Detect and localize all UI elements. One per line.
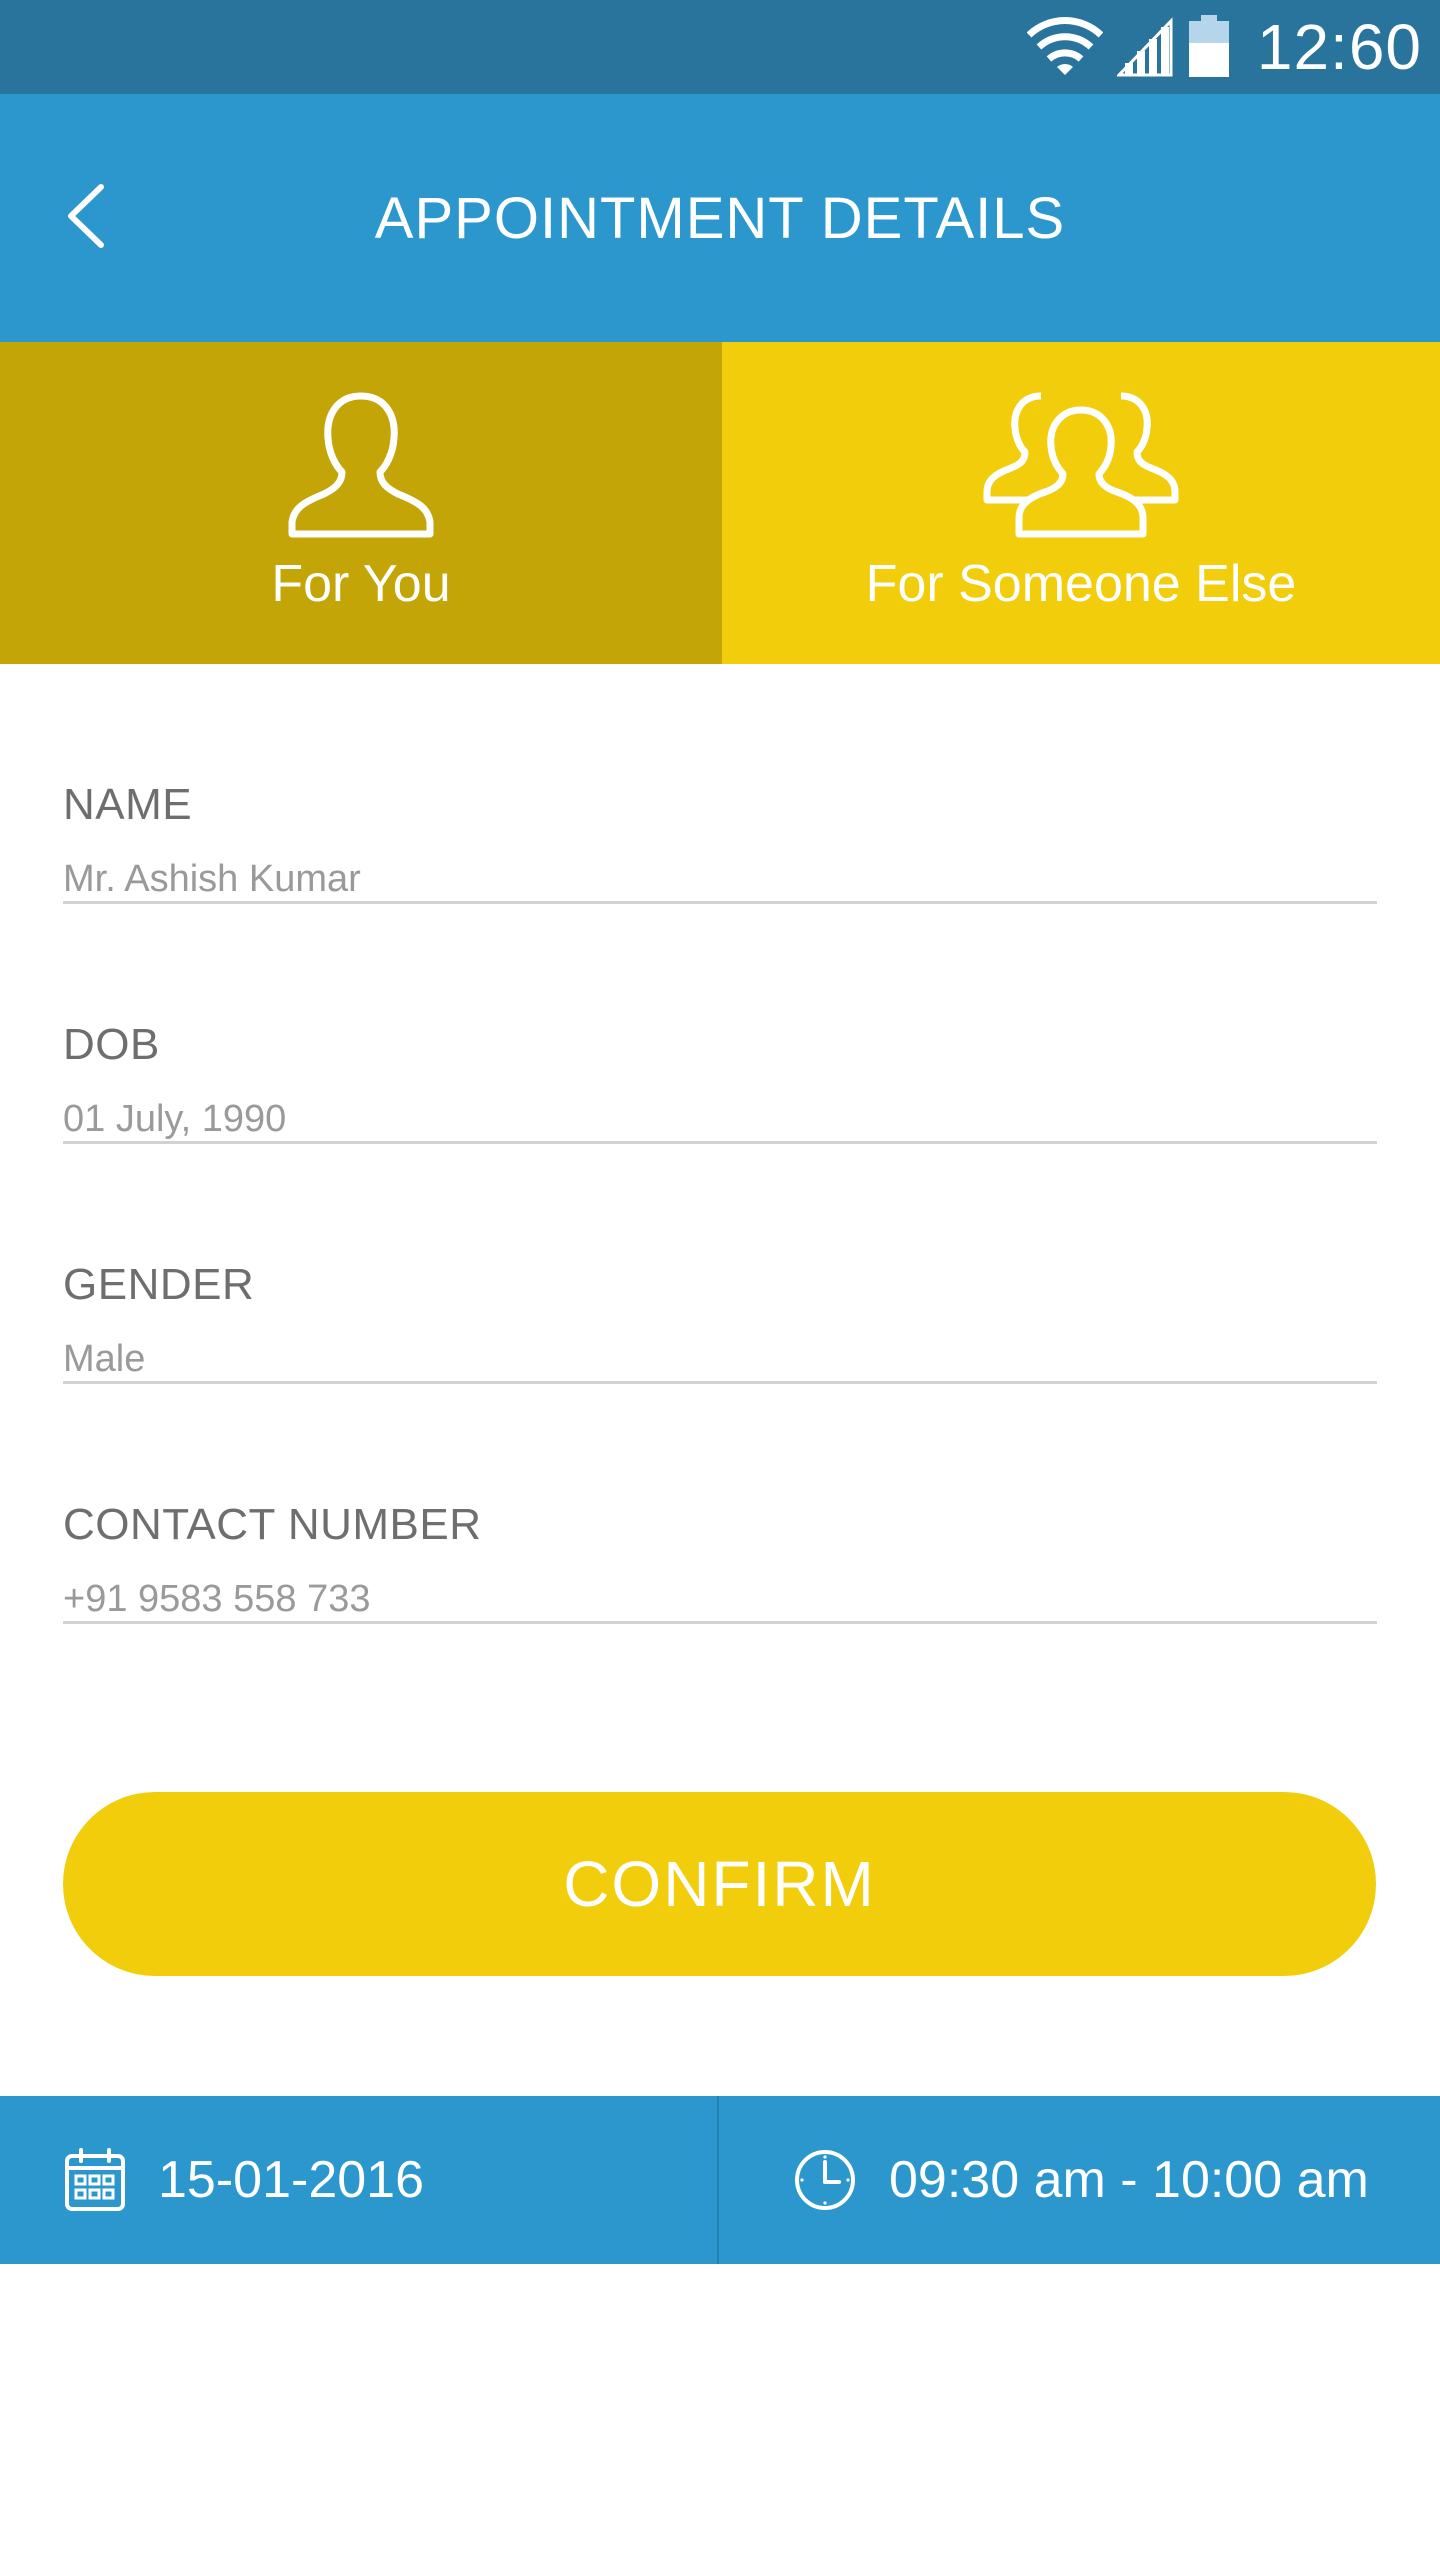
field-value: +91 9583 558 733	[63, 1578, 371, 1620]
tab-label: For Someone Else	[865, 555, 1297, 613]
status-time: 12:60	[1256, 11, 1422, 83]
clock-icon	[793, 2148, 857, 2212]
calendar-icon	[64, 2148, 126, 2212]
field-label: CONTACT NUMBER	[63, 1500, 482, 1549]
appointment-date[interactable]: 15-01-2016	[0, 2096, 719, 2264]
field-value: 01 July, 1990	[63, 1098, 287, 1140]
signal-icon	[1116, 17, 1173, 77]
tab-for-you[interactable]: For You	[0, 342, 722, 664]
appointment-summary-bar: 15-01-2016 09:30 am - 10:00 am	[0, 2096, 1440, 2264]
field-value: Mr. Ashish Kumar	[63, 858, 361, 900]
chevron-left-icon	[63, 183, 107, 254]
field-label: DOB	[63, 1020, 160, 1069]
patient-tabs: For You For Someone Else	[0, 342, 1440, 664]
page-title: APPOINTMENT DETAILS	[374, 185, 1066, 251]
field-label: GENDER	[63, 1260, 255, 1309]
back-button[interactable]	[50, 176, 120, 260]
app-bar: APPOINTMENT DETAILS	[0, 94, 1440, 342]
confirm-button[interactable]: CONFIRM	[63, 1792, 1376, 1976]
tab-for-someone-else[interactable]: For Someone Else	[722, 342, 1440, 664]
tab-label: For You	[271, 555, 451, 613]
wifi-icon	[1026, 17, 1103, 77]
contact-number-field[interactable]: CONTACT NUMBER +91 9583 558 733	[63, 1384, 1377, 1624]
appointment-time[interactable]: 09:30 am - 10:00 am	[719, 2096, 1440, 2264]
battery-icon	[1187, 15, 1231, 79]
field-label: NAME	[63, 780, 193, 829]
time-range-text: 09:30 am - 10:00 am	[889, 2151, 1369, 2209]
field-value: Male	[63, 1338, 146, 1380]
group-icon	[981, 390, 1181, 540]
gender-field[interactable]: GENDER Male	[63, 1144, 1377, 1384]
appointment-form: NAME Mr. Ashish Kumar DOB 01 July, 1990 …	[63, 664, 1377, 1624]
name-field[interactable]: NAME Mr. Ashish Kumar	[63, 664, 1377, 904]
person-icon	[286, 390, 436, 540]
dob-field[interactable]: DOB 01 July, 1990	[63, 904, 1377, 1144]
status-bar: 12:60	[0, 0, 1440, 94]
date-text: 15-01-2016	[158, 2151, 424, 2209]
